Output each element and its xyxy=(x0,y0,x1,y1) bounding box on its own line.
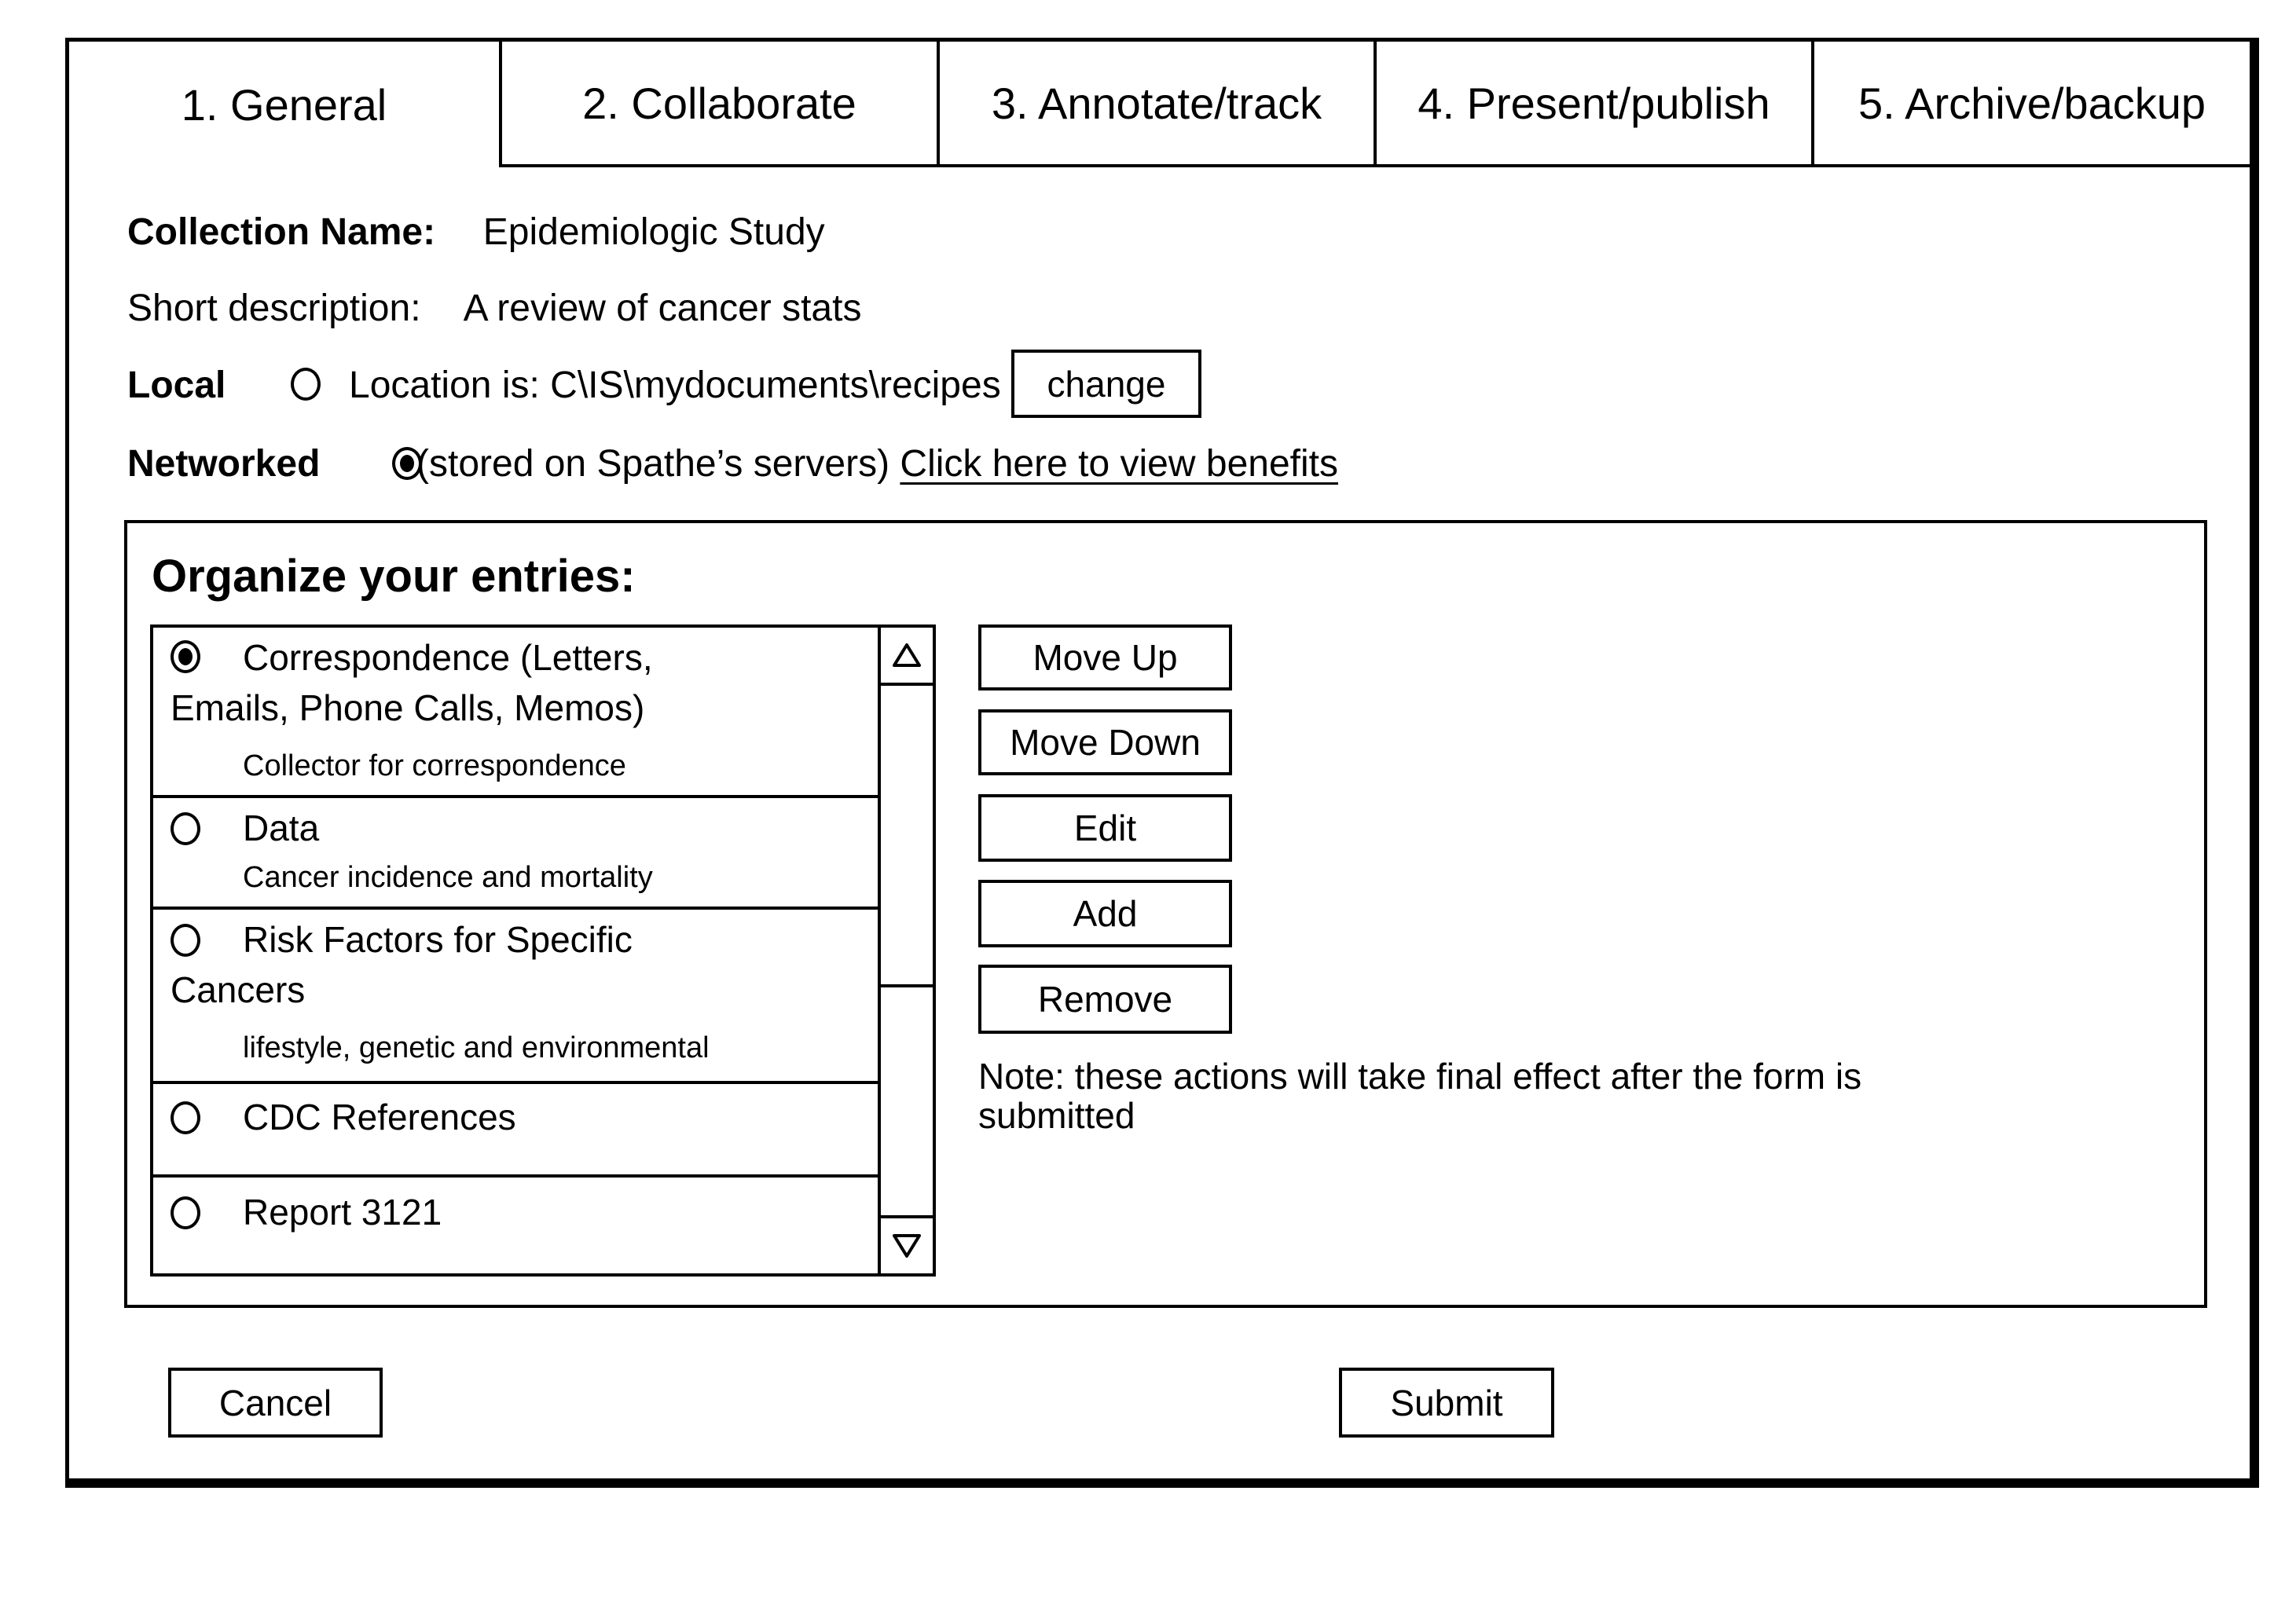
tab-present-publish[interactable]: 4. Present/publish xyxy=(1374,42,1811,167)
list-item-risk-factors[interactable]: Risk Factors for Specific Cancers lifesty… xyxy=(153,910,878,1084)
submit-button[interactable]: Submit xyxy=(1339,1368,1554,1438)
change-location-button[interactable]: change xyxy=(1011,350,1201,418)
collection-name-label: Collection Name: xyxy=(127,211,436,253)
entry-radio[interactable] xyxy=(171,1196,200,1229)
short-description-label: Short description: xyxy=(127,288,421,329)
triangle-up-icon xyxy=(893,643,921,667)
entry-subtitle: Cancer incidence and mortality xyxy=(243,861,653,894)
entry-title: Risk Factors for Specific Cancers xyxy=(171,919,633,1010)
local-label: Local xyxy=(127,364,226,406)
entry-subtitle: lifestyle, genetic and environmental xyxy=(243,1031,710,1064)
local-location-text: Location is: C\IS\mydocuments\recipes xyxy=(349,364,1001,406)
add-button[interactable]: Add xyxy=(978,880,1232,947)
entries-scrollbar[interactable] xyxy=(878,628,933,1273)
tab-general[interactable]: 1. General xyxy=(69,42,499,167)
remove-button[interactable]: Remove xyxy=(978,965,1232,1034)
cancel-button[interactable]: Cancel xyxy=(168,1368,383,1438)
networked-label: Networked xyxy=(127,443,321,485)
tab-label: 4. Present/publish xyxy=(1418,78,1770,128)
move-up-button[interactable]: Move Up xyxy=(978,625,1232,690)
entry-title: Correspondence (Letters, Emails, Phone Ca… xyxy=(171,637,653,728)
entry-title: CDC References xyxy=(243,1097,516,1137)
tab-archive-backup[interactable]: 5. Archive/backup xyxy=(1811,42,2250,167)
entry-radio[interactable] xyxy=(171,812,200,845)
entry-subtitle: Collector for correspondence xyxy=(243,749,626,782)
tab-collaborate[interactable]: 2. Collaborate xyxy=(499,42,937,167)
entry-title: Report 3121 xyxy=(243,1192,442,1233)
edit-button[interactable]: Edit xyxy=(978,794,1232,862)
tab-label: 1. General xyxy=(181,79,387,130)
collection-name-row: Collection Name: Epidemiologic Study xyxy=(127,214,825,251)
actions-note: Note: these actions will take final effe… xyxy=(978,1056,1862,1136)
networked-text: (stored on Spathe’s servers) xyxy=(416,443,890,485)
local-row: Local xyxy=(127,367,226,405)
collection-name-value[interactable]: Epidemiologic Study xyxy=(483,211,825,253)
organize-entries-title: Organize your entries: xyxy=(152,551,636,602)
tab-annotate-track[interactable]: 3. Annotate/track xyxy=(937,42,1374,167)
list-item-correspondence[interactable]: Correspondence (Letters, Emails, Phone Ca… xyxy=(153,628,878,798)
local-radio[interactable] xyxy=(291,368,321,401)
move-down-button[interactable]: Move Down xyxy=(978,709,1232,775)
tab-label: 3. Annotate/track xyxy=(991,78,1322,128)
networked-row: Networked xyxy=(127,445,320,483)
list-item-data[interactable]: Data Cancer incidence and mortality xyxy=(153,798,878,910)
list-item-report-3121[interactable]: Report 3121 xyxy=(153,1178,878,1273)
tab-label: 5. Archive/backup xyxy=(1858,78,2206,128)
tab-label: 2. Collaborate xyxy=(582,78,856,128)
scroll-down-button[interactable] xyxy=(881,1215,933,1273)
networked-description: (stored on Spathe’s servers) Click here … xyxy=(416,445,1338,483)
scroll-up-button[interactable] xyxy=(881,628,933,686)
entry-radio[interactable] xyxy=(171,1101,200,1134)
entry-title: Data xyxy=(243,808,320,848)
triangle-down-icon xyxy=(893,1234,921,1258)
short-description-row: Short description: A review of cancer st… xyxy=(127,290,861,328)
scroll-thumb[interactable] xyxy=(881,686,933,987)
list-item-cdc-references[interactable]: CDC References xyxy=(153,1084,878,1178)
view-benefits-link[interactable]: Click here to view benefits xyxy=(900,443,1338,485)
short-description-value[interactable]: A review of cancer stats xyxy=(464,288,862,329)
entries-list: Correspondence (Letters, Emails, Phone Ca… xyxy=(150,625,936,1277)
